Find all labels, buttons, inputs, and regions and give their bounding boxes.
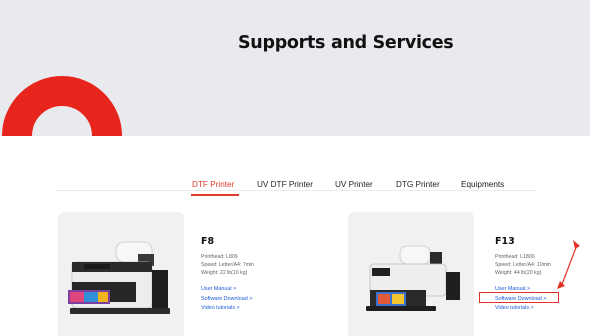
tab-dtf-printer[interactable]: DTF Printer (192, 180, 234, 189)
printer-f13-icon (366, 245, 460, 311)
spec-printhead-f13: Printhead: L1800 (495, 254, 535, 260)
software-download-link-f8[interactable]: Software Download > (201, 296, 252, 302)
video-tutorials-link-f8[interactable]: Video tutorials > (201, 305, 240, 311)
hero-banner: Supports and Services (0, 0, 590, 136)
tab-dtg-printer[interactable]: DTG Printer (396, 180, 440, 189)
product-name-f13: F13 (495, 236, 515, 247)
spec-weight-f13: Weight: 44 lb(20 kg) (495, 270, 542, 276)
spec-weight-f8: Weight: 22 lb(10 kg) (201, 270, 248, 276)
spec-speed-f8: Speed: Letter/A4: 7min (201, 262, 255, 268)
video-tutorials-link-f13[interactable]: Video tutorials > (495, 305, 534, 311)
tabs-divider (56, 190, 536, 191)
tab-equipments[interactable]: Equipments (461, 180, 504, 189)
spec-printhead-f8: Printhead: L809 (201, 254, 238, 260)
tab-uv-dtf-printer[interactable]: UV DTF Printer (257, 180, 313, 189)
user-manual-link-f8[interactable]: User Manual > (201, 286, 236, 292)
red-ring-decoration (2, 76, 122, 136)
printer-f8-icon (68, 241, 170, 314)
page-title: Supports and Services (238, 33, 454, 53)
category-tabs: DTF Printer UV DTF Printer UV Printer DT… (0, 174, 590, 198)
software-download-highlight-box (479, 292, 559, 303)
spec-speed-f13: Speed: Letter/A4: 10min (495, 262, 551, 268)
active-tab-indicator (191, 194, 239, 196)
product-image-f13[interactable] (348, 212, 474, 336)
product-image-f8[interactable] (58, 212, 184, 336)
product-name-f8: F8 (201, 236, 215, 247)
tab-uv-printer[interactable]: UV Printer (335, 180, 373, 189)
